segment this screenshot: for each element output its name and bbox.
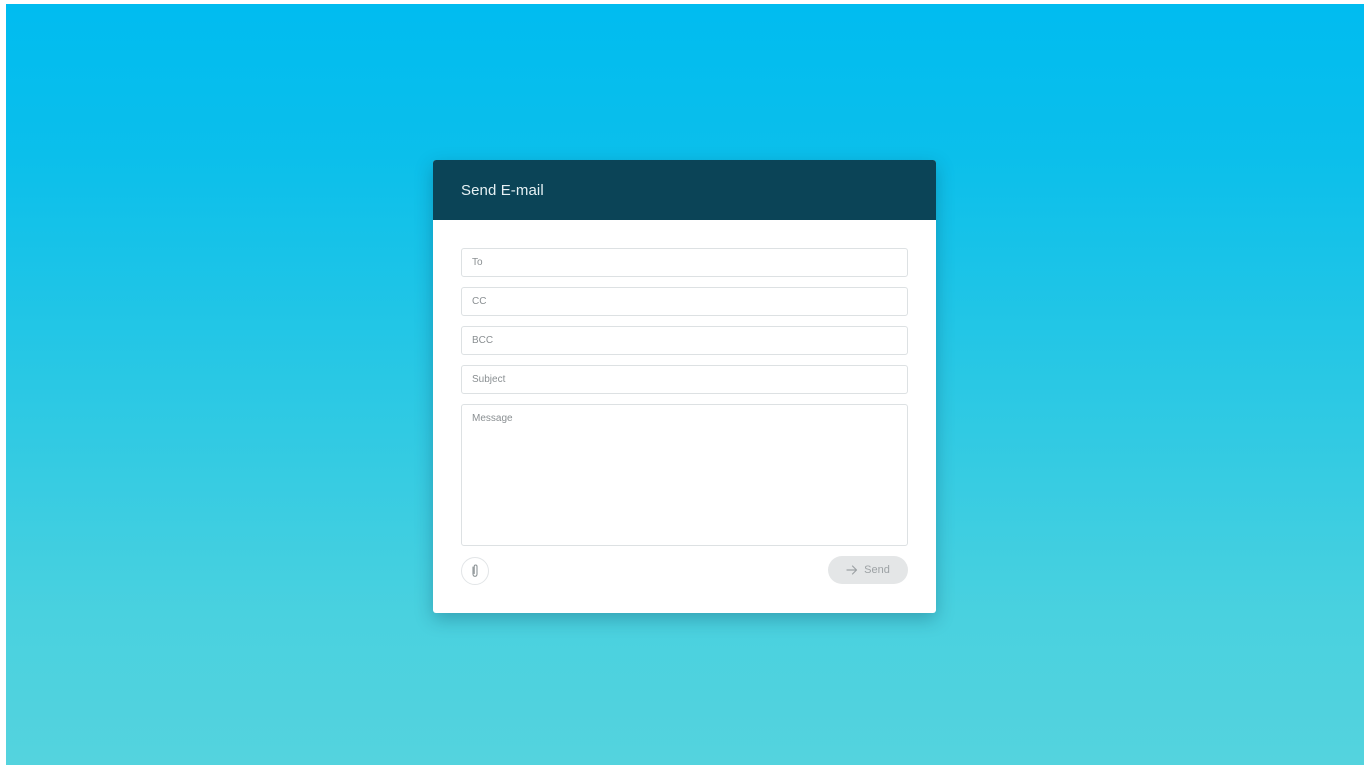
to-field[interactable] (461, 248, 908, 277)
cc-field[interactable] (461, 287, 908, 316)
paperclip-icon (470, 564, 480, 578)
card-title: Send E-mail (461, 181, 544, 199)
message-field[interactable] (461, 404, 908, 546)
send-button[interactable]: Send (828, 556, 908, 584)
attach-button[interactable] (461, 557, 489, 585)
email-card: Send E-mail To CC BCC Subject Message Se… (433, 160, 936, 613)
arrow-right-icon (846, 565, 858, 575)
form-footer: Send (461, 556, 908, 596)
subject-field[interactable] (461, 365, 908, 394)
email-form: Send (433, 220, 936, 596)
page-background: Send E-mail To CC BCC Subject Message Se… (6, 4, 1364, 765)
card-header: Send E-mail (433, 160, 936, 220)
bcc-field[interactable] (461, 326, 908, 355)
send-label: Send (864, 564, 890, 576)
